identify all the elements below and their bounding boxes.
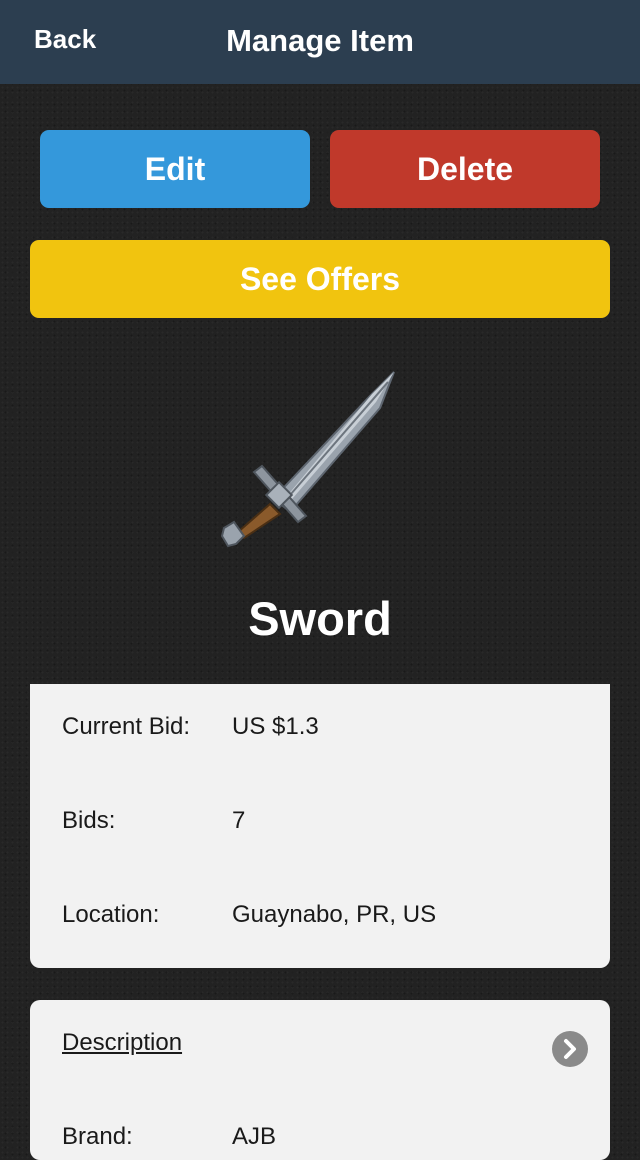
delete-button[interactable]: Delete bbox=[330, 130, 600, 208]
brand-value: AJB bbox=[232, 1123, 277, 1150]
description-card: Description Brand: AJB bbox=[30, 1000, 610, 1160]
location-value: Guaynabo, PR, US bbox=[232, 901, 437, 928]
current-bid-label: Current Bid: bbox=[62, 713, 191, 740]
navigation-bar: Back Manage Item bbox=[0, 0, 640, 84]
see-offers-button[interactable]: See Offers bbox=[30, 240, 610, 318]
location-label: Location: bbox=[62, 901, 160, 928]
current-bid-value: US $1.3 bbox=[232, 713, 319, 740]
description-link[interactable]: Description bbox=[62, 1028, 182, 1058]
item-details-card: Current Bid: US $1.3 Bids: 7 Location: G… bbox=[30, 684, 610, 968]
chevron-right-icon[interactable] bbox=[552, 1031, 588, 1067]
sword-icon bbox=[200, 360, 420, 560]
brand-label: Brand: bbox=[62, 1123, 133, 1150]
bids-label: Bids: bbox=[62, 807, 116, 834]
bids-value: 7 bbox=[232, 807, 246, 834]
page-title: Manage Item bbox=[226, 23, 414, 58]
edit-button[interactable]: Edit bbox=[40, 130, 310, 208]
item-name: Sword bbox=[248, 592, 392, 645]
